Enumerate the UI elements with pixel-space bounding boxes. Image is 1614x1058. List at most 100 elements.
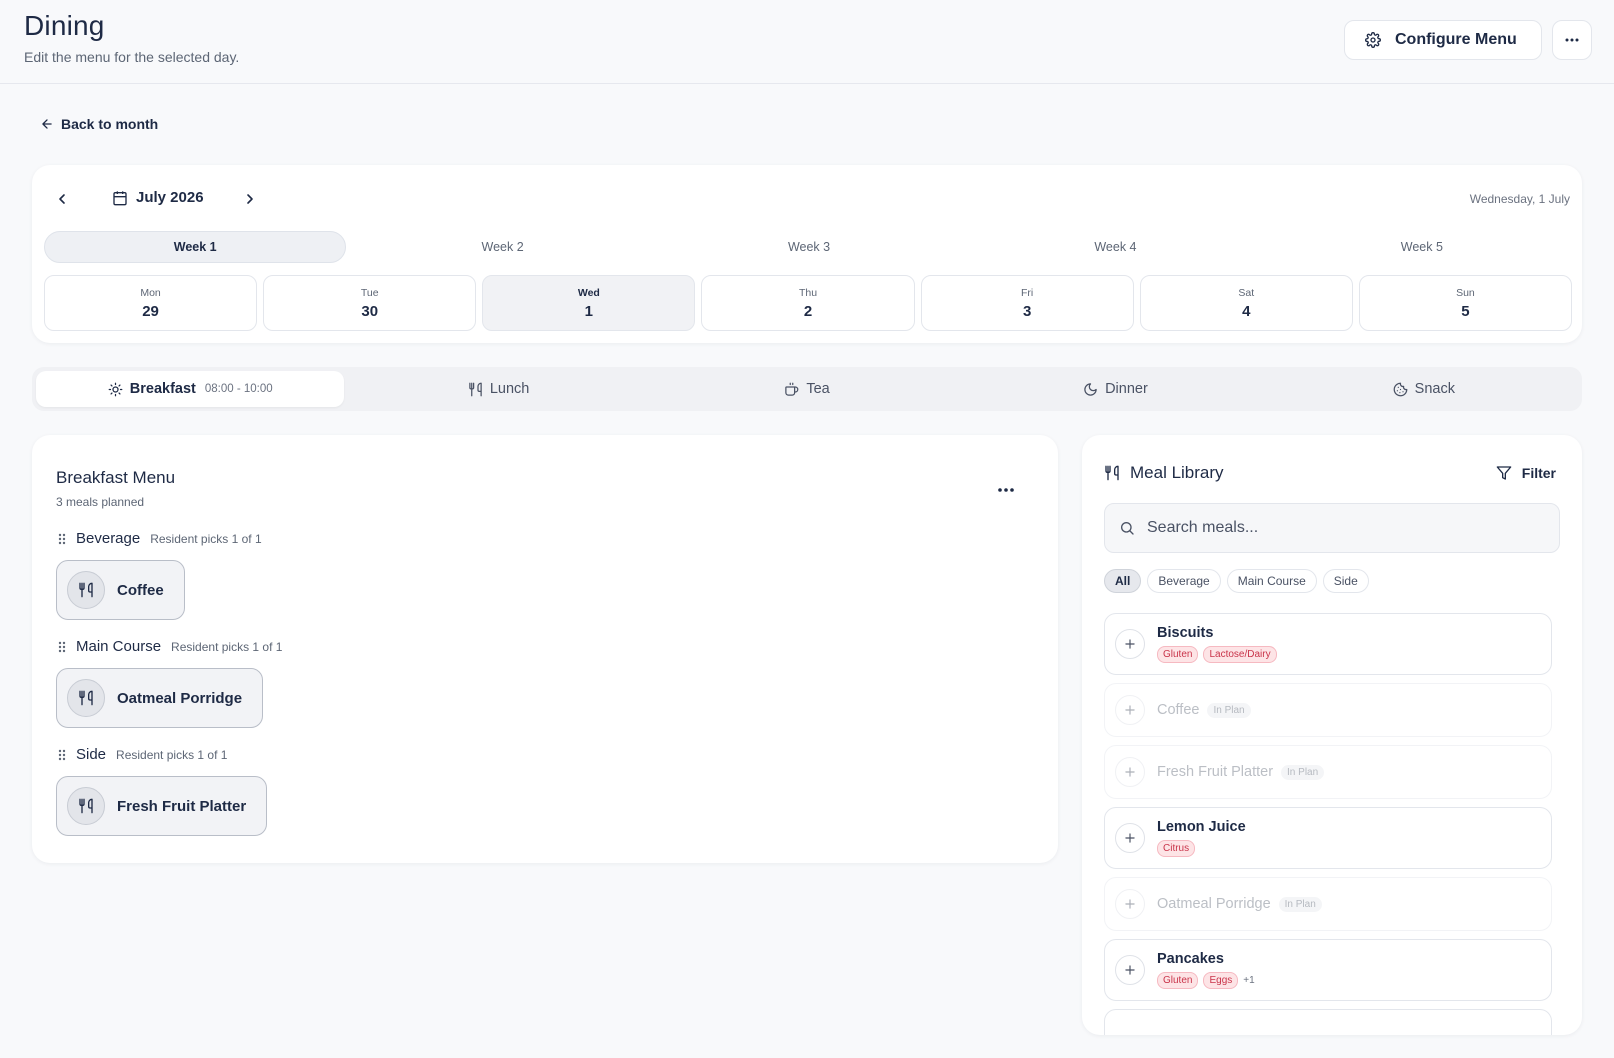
add-meal-button[interactable] <box>1115 955 1145 985</box>
day-tue[interactable]: Tue 30 <box>263 275 477 331</box>
day-number: 1 <box>584 302 594 320</box>
month-label: July 2026 <box>136 189 204 206</box>
tab-tea[interactable]: Tea <box>653 371 961 407</box>
category-chips: All Beverage Main Course Side <box>1104 569 1369 593</box>
plus-icon <box>1125 833 1135 843</box>
sun-icon <box>108 382 123 397</box>
planned-meal-name: Fresh Fruit Platter <box>117 797 247 815</box>
library-item[interactable]: Oatmeal Porridge In Plan <box>1104 877 1552 931</box>
tab-breakfast[interactable]: Breakfast 08:00 - 10:00 <box>36 371 345 407</box>
filter-label: Filter <box>1521 465 1556 481</box>
library-item[interactable]: Fresh Fruit Platter In Plan <box>1104 745 1552 799</box>
day-name: Sun <box>1456 286 1475 299</box>
course-group-header: Beverage Resident picks 1 of 1 <box>56 530 262 547</box>
week-tab-1[interactable]: Week 1 <box>44 231 347 263</box>
week-tab-5[interactable]: Week 5 <box>1272 231 1572 263</box>
plus-icon <box>1125 965 1135 975</box>
plus-icon <box>1125 899 1135 909</box>
planned-meal[interactable]: Oatmeal Porridge <box>56 668 264 728</box>
chevron-left-icon <box>59 194 65 204</box>
course-name: Main Course <box>76 638 162 655</box>
drag-handle-icon[interactable] <box>56 532 68 546</box>
menu-more-button[interactable] <box>992 480 1020 500</box>
day-thu[interactable]: Thu 2 <box>701 275 915 331</box>
library-item[interactable] <box>1104 1009 1552 1035</box>
library-item[interactable]: Coffee In Plan <box>1104 683 1552 737</box>
header-more-button[interactable] <box>1552 20 1592 60</box>
allergen-tag: Gluten <box>1157 972 1199 989</box>
planned-meal[interactable]: Fresh Fruit Platter <box>56 776 268 836</box>
tab-dinner[interactable]: Dinner <box>961 371 1269 407</box>
add-meal-button[interactable] <box>1115 757 1145 787</box>
course-rule: Resident picks 1 of 1 <box>150 531 262 546</box>
library-item-name: Pancakes <box>1157 951 1224 967</box>
in-plan-badge: In Plan <box>1207 702 1251 718</box>
library-item[interactable]: Biscuits Gluten Lactose/Dairy <box>1104 613 1552 675</box>
month-selector[interactable]: July 2026 <box>112 189 204 206</box>
in-plan-badge: In Plan <box>1278 896 1322 912</box>
course-name: Side <box>76 746 107 763</box>
configure-menu-label: Configure Menu <box>1395 31 1517 48</box>
plus-icon <box>1125 767 1135 777</box>
page-title: Dining <box>24 10 105 41</box>
day-wed[interactable]: Wed 1 <box>482 275 696 331</box>
day-name: Wed <box>577 286 600 299</box>
library-item-name: Oatmeal Porridge <box>1157 896 1271 912</box>
filter-button[interactable]: Filter <box>1496 465 1556 481</box>
back-to-month-label: Back to month <box>61 116 159 132</box>
add-meal-button[interactable] <box>1115 823 1145 853</box>
add-meal-button[interactable] <box>1115 629 1145 659</box>
tab-label: Snack <box>1414 381 1455 397</box>
tab-time: 08:00 - 10:00 <box>204 383 273 395</box>
add-meal-button[interactable] <box>1115 889 1145 919</box>
day-mon[interactable]: Mon 29 <box>44 275 258 331</box>
chip-all[interactable]: All <box>1104 569 1142 593</box>
planned-meal-name: Coffee <box>117 581 164 599</box>
allergen-tag: Eggs <box>1203 972 1239 989</box>
chip-side[interactable]: Side <box>1322 569 1369 593</box>
calendar-card: July 2026 Wednesday, 1 July Week 1 Week … <box>32 165 1582 343</box>
day-number: 5 <box>1461 302 1470 320</box>
menu-title: Breakfast Menu <box>56 468 176 487</box>
course-group-header: Main Course Resident picks 1 of 1 <box>56 638 282 655</box>
day-number: 3 <box>1022 302 1032 320</box>
next-month-button[interactable] <box>238 187 262 211</box>
utensils-icon <box>67 679 105 717</box>
tab-snack[interactable]: Snack <box>1270 371 1578 407</box>
library-item[interactable]: Pancakes Gluten Eggs +1 <box>1104 939 1552 1001</box>
in-plan-badge: In Plan <box>1281 764 1325 780</box>
day-sun[interactable]: Sun 5 <box>1358 275 1572 331</box>
chip-beverage[interactable]: Beverage <box>1147 569 1221 593</box>
week-tab-4[interactable]: Week 4 <box>965 231 1265 263</box>
page-subtitle: Edit the menu for the selected day. <box>24 49 240 65</box>
tab-lunch[interactable]: Lunch <box>344 371 652 407</box>
planned-meal[interactable]: Coffee <box>56 560 185 620</box>
tab-label: Lunch <box>489 381 530 397</box>
prev-month-button[interactable] <box>50 187 74 211</box>
meal-search-input[interactable] <box>1147 519 1537 537</box>
back-to-month-link[interactable]: Back to month <box>40 116 158 132</box>
meal-library-header: Meal Library <box>1104 463 1224 483</box>
menu-subtitle: 3 meals planned <box>56 495 145 509</box>
allergen-tag: Citrus <box>1157 840 1196 857</box>
day-number: 30 <box>361 302 379 320</box>
drag-handle-icon[interactable] <box>56 640 68 654</box>
drag-handle-icon[interactable] <box>56 748 68 762</box>
configure-menu-button[interactable]: Configure Menu <box>1344 20 1542 60</box>
cookie-icon <box>1393 382 1408 397</box>
plus-icon <box>1125 639 1135 649</box>
library-item[interactable]: Lemon Juice Citrus <box>1104 807 1552 869</box>
week-tab-3[interactable]: Week 3 <box>659 231 959 263</box>
chip-main-course[interactable]: Main Course <box>1226 569 1317 593</box>
more-horizontal-icon <box>1564 37 1580 43</box>
day-name: Thu <box>798 286 818 299</box>
week-tab-2[interactable]: Week 2 <box>352 231 652 263</box>
add-meal-button[interactable] <box>1115 695 1145 725</box>
course-group-header: Side Resident picks 1 of 1 <box>56 746 227 763</box>
day-sat[interactable]: Sat 4 <box>1139 275 1353 331</box>
more-horizontal-icon <box>997 487 1015 493</box>
search-icon <box>1119 520 1135 536</box>
day-name: Sat <box>1238 286 1255 299</box>
day-fri[interactable]: Fri 3 <box>920 275 1134 331</box>
menu-card: Breakfast Menu 3 meals planned Beverage … <box>32 435 1058 863</box>
